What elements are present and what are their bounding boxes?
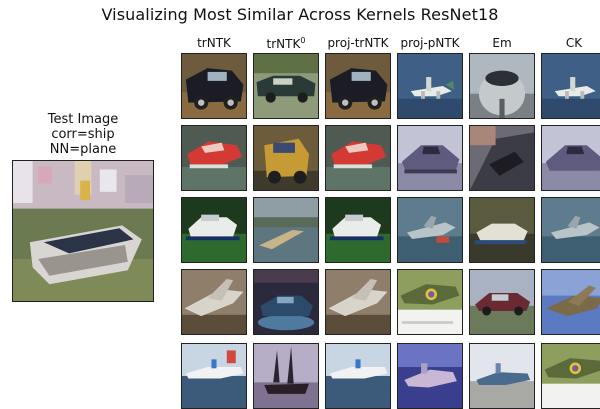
column-header-proj-trntk: proj-trNTK xyxy=(318,36,398,50)
test-image xyxy=(12,160,154,302)
thumbnail-em-3 xyxy=(469,197,535,263)
test-nn-label: NN=plane xyxy=(49,142,117,157)
thumbnail-trntk0-5 xyxy=(253,343,319,409)
thumbnail-trntk-3 xyxy=(181,197,247,263)
thumbnail-proj-trntk-4 xyxy=(325,269,391,335)
thumbnail-proj-pntk-2 xyxy=(397,125,463,191)
thumbnail-ck-3 xyxy=(541,197,600,263)
thumbnail-trntk-2 xyxy=(181,125,247,191)
column-header-trntk: trNTK xyxy=(174,36,254,50)
column-header-em: Em xyxy=(462,36,542,50)
thumbnail-proj-pntk-3 xyxy=(397,197,463,263)
thumbnail-proj-pntk-1 xyxy=(397,53,463,119)
thumbnail-em-4 xyxy=(469,269,535,335)
thumbnail-trntk0-2 xyxy=(253,125,319,191)
column-header-text: CK xyxy=(565,36,583,50)
thumbnail-em-2 xyxy=(469,125,535,191)
column-header-text: proj-pNTK xyxy=(400,36,460,50)
thumbnail-proj-trntk-1 xyxy=(325,53,391,119)
thumbnail-proj-trntk-3 xyxy=(325,197,391,263)
column-header-trntk0: trNTK0 xyxy=(246,36,326,51)
thumbnail-ck-1 xyxy=(541,53,600,119)
column-header-text: Em xyxy=(492,36,512,50)
figure-title: Visualizing Most Similar Across Kernels … xyxy=(101,5,499,24)
thumbnail-trntk0-4 xyxy=(253,269,319,335)
thumbnail-ck-2 xyxy=(541,125,600,191)
test-correct-label: corr=ship xyxy=(51,127,115,142)
thumbnail-em-1 xyxy=(469,53,535,119)
column-header-superscript: 0 xyxy=(300,36,306,45)
thumbnail-proj-pntk-4 xyxy=(397,269,463,335)
thumbnail-ck-5 xyxy=(541,343,600,409)
thumbnail-proj-trntk-5 xyxy=(325,343,391,409)
thumbnail-trntk0-1 xyxy=(253,53,319,119)
thumbnail-proj-pntk-5 xyxy=(397,343,463,409)
thumbnail-trntk-5 xyxy=(181,343,247,409)
column-header-text: trNTK xyxy=(266,37,301,51)
test-image-label: Test Image xyxy=(47,112,119,127)
thumbnail-trntk-4 xyxy=(181,269,247,335)
thumbnail-ck-4 xyxy=(541,269,600,335)
thumbnail-em-5 xyxy=(469,343,535,409)
column-header-text: trNTK xyxy=(197,36,231,50)
thumbnail-proj-trntk-2 xyxy=(325,125,391,191)
thumbnail-trntk-1 xyxy=(181,53,247,119)
column-header-text: proj-trNTK xyxy=(327,36,389,50)
column-header-proj-pntk: proj-pNTK xyxy=(390,36,470,50)
thumbnail-trntk0-3 xyxy=(253,197,319,263)
column-header-ck: CK xyxy=(534,36,600,50)
